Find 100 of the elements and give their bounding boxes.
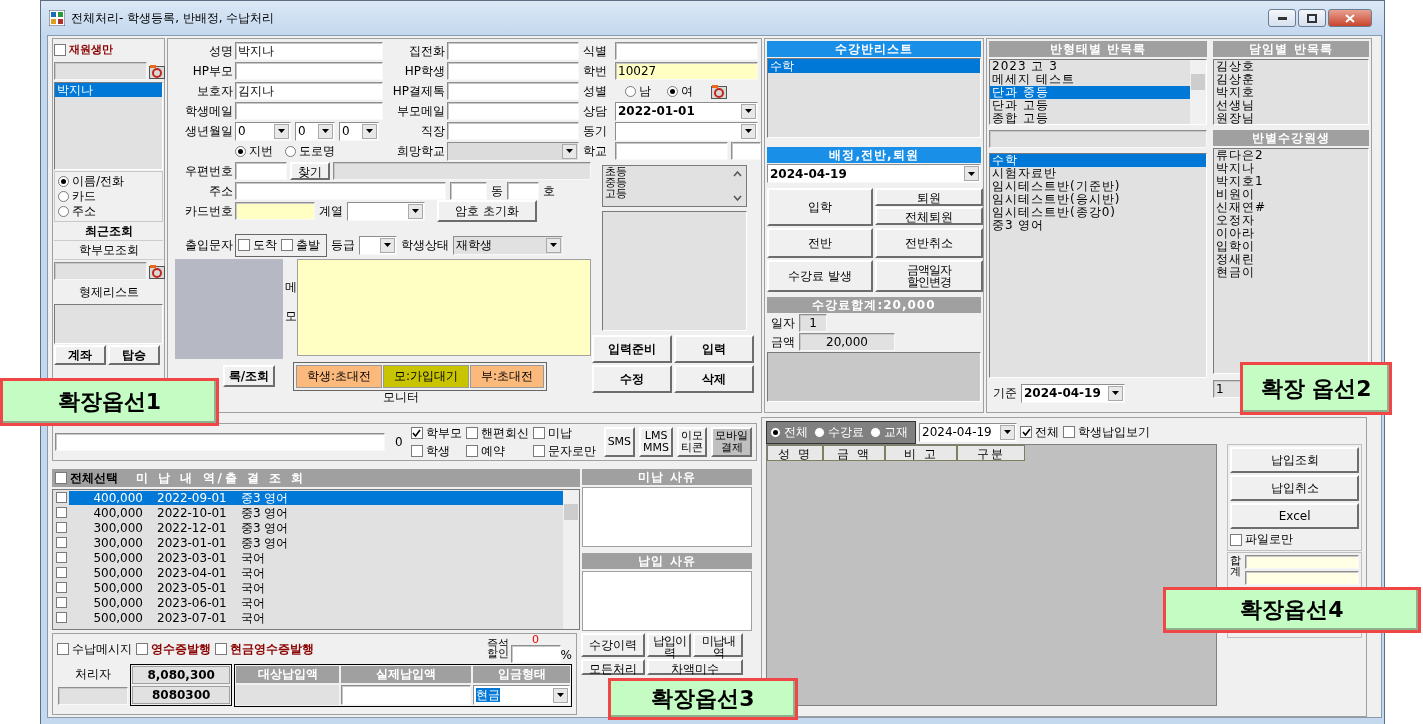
checkbox[interactable] [465, 445, 478, 457]
checkbox[interactable] [532, 445, 545, 457]
list-item[interactable]: 수학 [990, 154, 1206, 167]
action-button[interactable]: 계좌 [54, 345, 106, 365]
text-field[interactable] [447, 82, 579, 100]
radio-button[interactable] [770, 426, 781, 438]
list-item[interactable]: 300,000 2022-12-01 중3 영어 [69, 520, 563, 535]
text-field[interactable] [57, 687, 128, 705]
checkbox[interactable] [136, 643, 148, 655]
message-button[interactable]: SMS [603, 427, 636, 457]
list-item[interactable]: 고등 [604, 188, 730, 199]
list-item[interactable]: 500,000 2023-07-01 국어 [69, 610, 563, 625]
action-button[interactable]: 전반 [767, 228, 873, 258]
text-field[interactable] [235, 102, 383, 120]
checkbox[interactable] [56, 597, 67, 608]
radio-button[interactable] [870, 426, 881, 438]
memo-field[interactable] [297, 259, 591, 356]
action-button[interactable]: 전반취소 [875, 228, 983, 258]
list-item[interactable]: 중3 영어 [990, 219, 1206, 232]
message-button[interactable]: 이모 티콘 [677, 427, 708, 457]
list-item[interactable]: 초등 [604, 166, 730, 177]
list-item[interactable]: 메세지 테스트 [990, 73, 1190, 86]
text-field[interactable] [507, 182, 539, 200]
message-button[interactable]: LMS MMS [639, 427, 674, 457]
text-field[interactable] [615, 42, 758, 60]
text-field[interactable] [333, 162, 591, 180]
list-item[interactable]: 박지호 [1214, 86, 1368, 99]
action-button[interactable]: 금액일자 할인변경 [875, 260, 983, 292]
list-item[interactable]: 500,000 2023-06-01 국어 [69, 595, 563, 610]
parent-search-button[interactable]: 학부모조회 [54, 242, 163, 260]
radio-button[interactable] [625, 85, 636, 97]
text-field[interactable]: 1 [799, 314, 827, 332]
list-item[interactable]: 단과 중등 [990, 86, 1190, 99]
action-button[interactable]: 전체퇴원 [875, 207, 983, 225]
list-item[interactable]: 단과 고등 [990, 99, 1190, 112]
list-item[interactable]: 정새린 [1214, 253, 1368, 266]
checkbox[interactable] [56, 612, 67, 623]
list-item[interactable]: 임시테스트반(응시반) [990, 193, 1206, 206]
dropdown[interactable]: 0 [295, 121, 335, 141]
text-field[interactable]: 1 [1213, 380, 1243, 398]
list-item[interactable]: 비원이 [1214, 188, 1368, 201]
dropdown[interactable]: 2024-04-19 [919, 422, 1017, 442]
list-item[interactable]: 김상호 [1214, 60, 1368, 73]
text-field[interactable] [54, 62, 147, 80]
list-item[interactable]: 박지나 [1214, 162, 1368, 175]
list-item[interactable]: 오정자 [1214, 214, 1368, 227]
checkbox[interactable] [215, 643, 227, 655]
checkbox[interactable] [1230, 533, 1243, 546]
list-item[interactable]: 500,000 2023-03-01 국어 [69, 550, 563, 565]
text-field[interactable]: 10027 [615, 62, 758, 80]
action-button[interactable]: 입력 [673, 335, 754, 363]
checkbox[interactable] [1020, 426, 1032, 438]
close-button[interactable] [1328, 9, 1372, 27]
list-item[interactable]: 원장님 [1214, 112, 1368, 124]
checkbox[interactable] [55, 472, 67, 484]
radio-button[interactable] [667, 85, 678, 97]
payment-reason-field[interactable] [582, 571, 752, 631]
checkbox[interactable] [56, 492, 67, 503]
list-item[interactable]: 500,000 2023-04-01 국어 [69, 565, 563, 580]
list-item[interactable]: 300,000 2023-01-01 중3 영어 [69, 535, 563, 550]
minimize-button[interactable] [1268, 9, 1296, 27]
dropdown[interactable] [615, 121, 758, 141]
unpaid-reason-field[interactable] [582, 487, 752, 547]
list-item[interactable]: 박지나 [55, 83, 162, 97]
maximize-button[interactable] [1298, 9, 1326, 27]
text-field[interactable] [1245, 571, 1359, 585]
action-button[interactable]: 삭제 [673, 365, 754, 393]
list-item[interactable]: 시험자료반 [990, 167, 1206, 180]
action-button[interactable]: 입학 [767, 188, 873, 226]
text-field[interactable] [447, 42, 579, 60]
checkbox[interactable] [56, 537, 67, 548]
find-button[interactable]: 찾기 [290, 162, 330, 180]
radio-button[interactable] [58, 206, 69, 217]
checkbox[interactable] [56, 507, 67, 518]
dropdown[interactable] [359, 235, 397, 255]
checkbox[interactable] [410, 427, 423, 439]
action-button[interactable]: 미납내 역 [693, 633, 743, 657]
radio-button[interactable] [235, 145, 246, 157]
list-item[interactable]: 박지호1 [1214, 175, 1368, 188]
checkbox[interactable] [54, 44, 66, 56]
action-button[interactable]: Excel [1230, 503, 1359, 529]
dropdown[interactable]: 2024-04-19 [1021, 383, 1125, 403]
text-field[interactable] [510, 645, 561, 663]
dropdown[interactable]: 2024-04-19 [767, 164, 981, 183]
list-item[interactable]: 입학이 [1214, 240, 1368, 253]
checkbox[interactable] [56, 567, 67, 578]
checkbox[interactable] [532, 427, 545, 439]
text-field[interactable] [235, 162, 287, 180]
text-field[interactable] [235, 182, 446, 200]
dropdown[interactable] [347, 201, 425, 221]
checkbox[interactable] [410, 445, 423, 457]
checkbox[interactable] [57, 643, 69, 655]
dropdown[interactable]: 현금 [473, 685, 570, 705]
list-item[interactable]: 임시테스트반(종강0) [990, 206, 1206, 219]
reset-password-button[interactable]: 암호 초기화 [437, 200, 537, 222]
list-item[interactable]: 김상훈 [1214, 73, 1368, 86]
text-field[interactable]: 20,000 [799, 333, 895, 351]
list-item[interactable]: 수학 [768, 59, 980, 73]
list-item[interactable]: 임시테스트반(기준반) [990, 180, 1206, 193]
action-button[interactable]: 입력준비 [591, 335, 672, 363]
